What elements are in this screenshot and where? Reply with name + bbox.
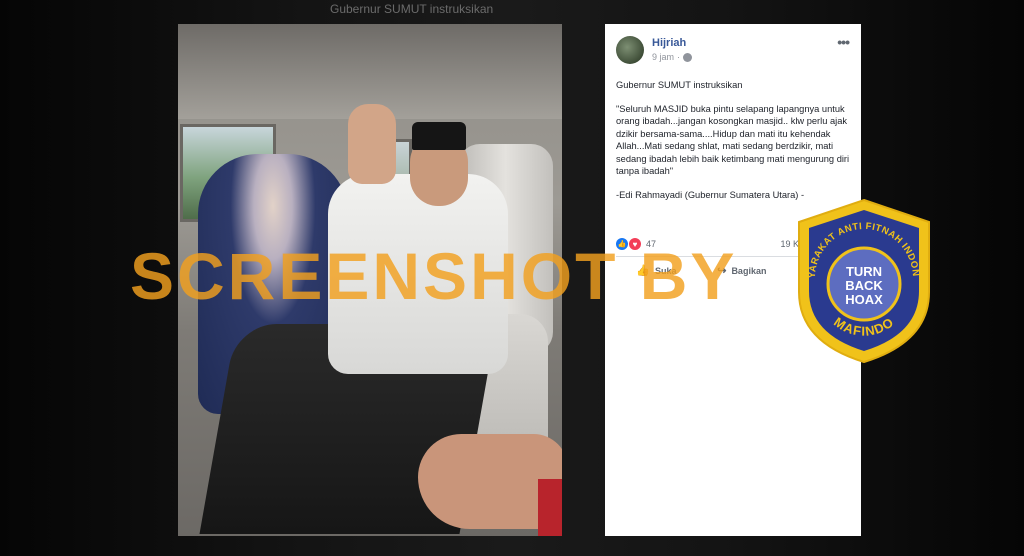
- photo-waving-hand: [348, 104, 396, 184]
- post-intro: Gubernur SUMUT instruksikan: [616, 80, 743, 90]
- background-post-text: Gubernur SUMUT instruksikan: [330, 2, 494, 16]
- badge-logo-line-3: HOAX: [845, 292, 883, 307]
- globe-icon: [683, 52, 693, 62]
- badge-logo-line-1: TURN: [846, 264, 882, 279]
- more-horizontal-icon[interactable]: •••: [837, 34, 850, 50]
- post-time-row: 9 jam ·: [652, 52, 693, 62]
- author-name[interactable]: Hijriah: [652, 37, 686, 49]
- photo-red-sleeve: [538, 479, 562, 536]
- badge-logo-line-2: BACK: [845, 278, 883, 293]
- post-time[interactable]: 9 jam: [652, 52, 674, 62]
- screenshot-watermark: SCREENSHOT BY: [130, 239, 738, 313]
- photo-man-cap: [412, 122, 466, 150]
- author-avatar[interactable]: [616, 36, 644, 64]
- mafindo-badge-logo: MASYARAKAT ANTI FITNAH INDONESIA MAFINDO…: [793, 196, 930, 364]
- post-quote: "Seluruh MASJID buka pintu selapang lapa…: [616, 103, 850, 177]
- post-body: Gubernur SUMUT instruksikan "Seluruh MAS…: [616, 79, 852, 212]
